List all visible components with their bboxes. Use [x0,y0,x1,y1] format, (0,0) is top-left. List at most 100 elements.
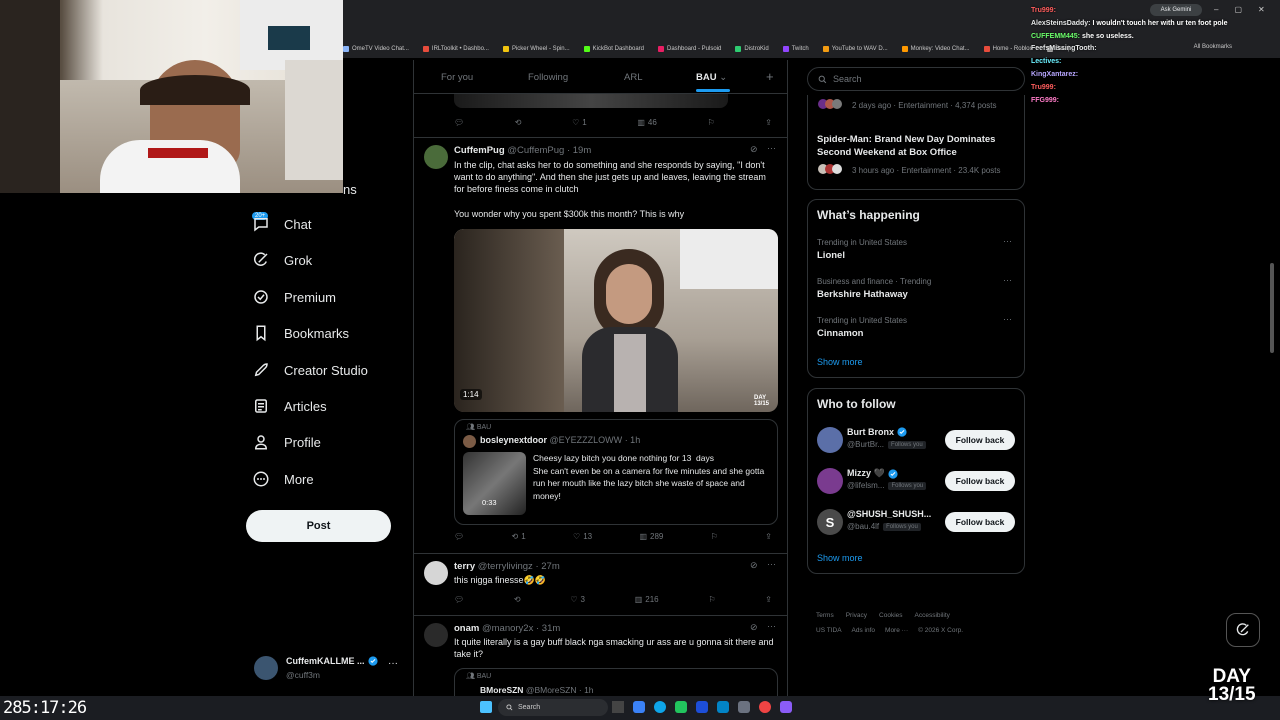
bookmark-item[interactable]: Home - Roblox [983,41,1033,57]
bookmark-action-icon[interactable]: ⚐ [707,118,714,127]
trend-item[interactable]: Trending in United States Lionel ··· [808,234,1024,270]
bookmark-item[interactable]: KickBot Dashboard [583,41,644,57]
reply-icon[interactable]: 💬︎ [454,595,464,604]
share-icon[interactable]: ⇪ [765,118,772,127]
follow-back-button[interactable]: Follow back [945,430,1015,450]
quote-media-thumbnail[interactable]: 0:33 [463,452,526,515]
tweet-more-icon[interactable]: ··· [767,621,776,631]
nav-profile[interactable]: Profile [252,431,321,453]
bookmark-item[interactable]: Dashboard - Pulsoid [658,41,721,57]
bookmark-action-icon[interactable]: ⚐ [708,595,715,604]
tab-following[interactable]: Following [528,72,568,83]
tweet-author-name[interactable]: terry [454,561,475,572]
follow-back-button[interactable]: Follow back [945,512,1015,532]
repost-button[interactable]: ⟲ 1 [512,532,526,541]
edge-icon[interactable] [654,701,666,713]
reply-icon[interactable]: 💬︎ [454,532,464,541]
like-button[interactable]: ♡ 1 [572,118,587,127]
grok-float-button[interactable] [1226,613,1260,647]
windows-start-icon[interactable] [480,701,492,713]
app-icon[interactable] [780,701,792,713]
nav-chat[interactable]: Chat [252,213,311,235]
search-box[interactable]: Search [807,67,1025,91]
tweet-avatar[interactable] [424,145,448,169]
news-title[interactable]: Spider-Man: Brand New Day Dominates Seco… [817,134,1017,159]
chrome-icon[interactable] [759,701,771,713]
tweet-video[interactable]: 1:14 DAY 13/15 [454,229,778,412]
bookmark-item[interactable]: IRLToolkit • Dashbo... [422,41,489,57]
bookmark-item[interactable]: OmeTV Video Chat... [343,41,409,57]
taskbar-search[interactable]: Search [498,699,608,716]
app-icon[interactable] [633,701,645,713]
tweet-avatar[interactable] [424,623,448,647]
bookmark-item[interactable]: YouTube to WAV D... [822,41,888,57]
quote-tweet[interactable]: 👥︎ BAU bosleynextdoor @EYEZZZLOWW · 1h 0… [454,419,778,525]
nav-articles[interactable]: Articles [252,395,327,417]
tweet-author-handle[interactable]: @terrylivingz [478,561,533,572]
task-view-icon[interactable] [612,701,624,713]
nav-more[interactable]: More [252,468,314,490]
repost-icon[interactable]: ⟲ [514,595,521,604]
nav-grok[interactable]: Grok [252,249,312,271]
tab-for-you[interactable]: For you [441,72,473,83]
trend-more-icon[interactable]: ··· [1003,236,1012,246]
tweet-more-icon[interactable]: ··· [767,143,776,153]
tweet-more-icon[interactable]: ··· [767,559,776,569]
post-button[interactable]: Post [246,510,391,542]
show-more-follows[interactable]: Show more [817,553,863,563]
app-icon[interactable] [717,701,729,713]
footer-link-terms[interactable]: Terms [816,612,834,619]
trend-item[interactable]: Trending in United States Cinnamon ··· [808,312,1024,348]
prev-tweet-media[interactable] [454,94,728,108]
tweet-author-name[interactable]: onam [454,623,479,634]
share-icon[interactable]: ⇪ [765,532,772,541]
show-more-trends[interactable]: Show more [817,357,863,367]
nav-bookmarks[interactable]: Bookmarks [252,322,349,344]
reply-icon[interactable]: 💬︎ [454,118,464,127]
quote-tweet[interactable]: 👥︎ BAU BMoreSZN @BMoreSZN · 1h [454,668,778,696]
tweet-terry[interactable]: terry @terrylivingz · 27m ⊘ ··· this nig… [414,554,787,612]
views-button[interactable]: ▥ 289 [639,532,663,541]
tweet-onam[interactable]: onam @manory2x · 31m ⊘ ··· It quite lite… [414,616,787,696]
follow-suggestion[interactable]: S @SHUSH_SHUSH... @bau.4lf Follows you Fo… [808,508,1024,538]
tweet-avatar[interactable] [424,561,448,585]
app-icon[interactable] [738,701,750,713]
account-more-icon[interactable]: ··· [388,658,398,669]
follow-back-button[interactable]: Follow back [945,471,1015,491]
tab-bau[interactable]: BAU ⌄ [696,72,727,83]
like-button[interactable]: ♡ 13 [573,532,592,541]
quote-community[interactable]: 👥︎ BAU [466,672,491,680]
follow-suggestion[interactable]: Burt Bronx @BurtBr... Follows you Follow … [808,426,1024,456]
tweet-author-handle[interactable]: @CuffemPug [507,145,564,156]
follow-suggestion[interactable]: Mizzy 🖤 @lifelsm... Follows you Follow ba… [808,467,1024,497]
bookmark-item[interactable]: Monkey: Video Chat... [901,41,970,57]
share-icon[interactable]: ⇪ [765,595,772,604]
app-icon[interactable] [675,701,687,713]
footer-link-tida[interactable]: US TIDA [816,627,842,634]
like-button[interactable]: ♡ 3 [570,595,585,604]
account-switcher[interactable]: CuffemKALLME ... @cuff3m ··· [254,654,404,684]
views-button[interactable]: ▥ 46 [637,118,656,127]
bookmark-action-icon[interactable]: ⚐ [711,532,718,541]
grok-explain-icon[interactable]: ⊘ [750,622,758,633]
tab-arl[interactable]: ARL [624,72,642,83]
bookmark-item[interactable]: Twitch [782,41,809,57]
grok-explain-icon[interactable]: ⊘ [750,560,758,571]
add-tab-icon[interactable]: + [766,69,774,84]
app-icon[interactable] [696,701,708,713]
grok-explain-icon[interactable]: ⊘ [750,144,758,155]
trend-more-icon[interactable]: ··· [1003,314,1012,324]
footer-link-cookies[interactable]: Cookies [879,612,902,619]
trend-more-icon[interactable]: ··· [1003,275,1012,285]
views-button[interactable]: ▥ 216 [635,595,659,604]
repost-icon[interactable]: ⟲ [515,118,522,127]
scrollbar-thumb[interactable] [1270,263,1274,353]
footer-link-privacy[interactable]: Privacy [846,612,867,619]
tweet-cuffempug[interactable]: CuffemPug @CuffemPug · 19m ⊘ ··· In the … [414,138,787,560]
bookmark-item[interactable]: Picker Wheel - Spin... [502,41,570,57]
quote-community[interactable]: 👥︎ BAU [466,423,491,431]
bookmark-item[interactable]: DistroKid [735,41,769,57]
tweet-author-handle[interactable]: @manory2x [482,623,533,634]
nav-premium[interactable]: Premium [252,286,336,308]
footer-link-more[interactable]: More ··· [885,627,908,634]
